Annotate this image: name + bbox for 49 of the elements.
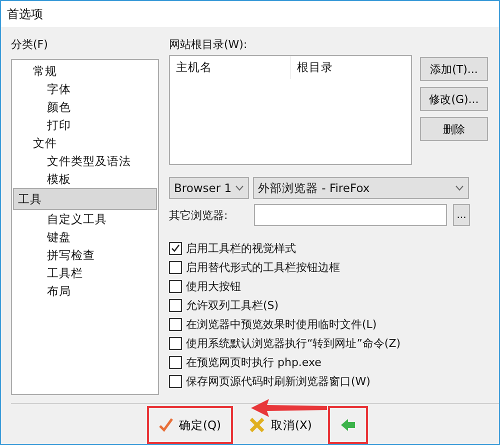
browser-select[interactable]: Browser 1 — [169, 177, 249, 199]
tree-item[interactable]: 布局 — [13, 282, 157, 300]
dialog-button[interactable]: 取消(X) — [243, 411, 318, 439]
tree-item[interactable]: 常规 — [13, 62, 157, 80]
tree-item[interactable]: 工具 — [13, 188, 157, 210]
checkbox[interactable] — [169, 356, 182, 368]
tree-item[interactable]: 文件类型及语法 — [13, 152, 157, 170]
chevron-down-icon — [455, 185, 464, 191]
left-arrow-icon — [340, 418, 356, 432]
site-roots-label: 网站根目录(W): — [169, 37, 248, 52]
checkbox-label: 使用系统默认浏览器执行“转到网址”命令(Z) — [186, 336, 401, 350]
checkbox-label: 在预览网页时执行 php.exe — [186, 354, 322, 370]
column-header[interactable]: 根目录 — [290, 56, 410, 79]
checkbox-label: 启用替代形式的工具栏按钮边框 — [186, 260, 340, 274]
category-label: 分类(F) — [11, 37, 49, 52]
side-button[interactable]: 修改(G)... — [420, 87, 488, 111]
tree-item[interactable]: 颜色 — [13, 98, 157, 116]
checkbox[interactable] — [169, 260, 182, 274]
checkbox[interactable] — [169, 374, 182, 388]
cross-icon — [249, 417, 266, 433]
checkbox[interactable] — [169, 280, 182, 292]
checkmark-icon — [159, 418, 173, 432]
tree-item[interactable]: 拼写检查 — [13, 246, 157, 264]
side-button[interactable]: 添加(T)... — [420, 57, 488, 81]
dialog-button[interactable]: 确定(Q) — [153, 411, 228, 439]
tree-item[interactable]: 文件 — [13, 134, 157, 152]
chevron-down-icon — [235, 185, 244, 191]
checkbox-label: 在浏览器中预览效果时使用临时文件(L) — [186, 316, 377, 332]
checkbox-label: 保存网页源代码时刷新浏览器窗口(W) — [186, 374, 370, 388]
other-browser-label: 其它浏览器: — [169, 208, 229, 222]
window-title: 首选项 — [1, 1, 499, 27]
checkbox[interactable] — [169, 298, 182, 312]
checkbox-label: 允许双列工具栏(S) — [186, 298, 279, 312]
browse-button[interactable]: ... — [453, 204, 470, 226]
tree-item[interactable]: 打印 — [13, 116, 157, 134]
checkbox[interactable] — [169, 242, 182, 254]
tree-item[interactable]: 自定义工具 — [13, 210, 157, 228]
checkbox[interactable] — [169, 318, 182, 330]
checkbox-label: 使用大按钮 — [186, 278, 241, 294]
tree-item[interactable]: 字体 — [13, 80, 157, 98]
browser-type-select[interactable]: 外部浏览器 - FireFox — [253, 177, 469, 199]
side-button[interactable]: 删除 — [420, 117, 488, 141]
tree-item[interactable]: 模板 — [13, 170, 157, 188]
checkbox[interactable] — [169, 336, 182, 350]
tree-item[interactable]: 工具栏 — [13, 264, 157, 282]
other-browser-field[interactable] — [254, 204, 447, 226]
checkbox-label: 启用工具栏的视觉样式 — [186, 240, 296, 256]
column-header[interactable]: 主机名 — [170, 56, 290, 79]
tree-item[interactable]: 键盘 — [13, 228, 157, 246]
